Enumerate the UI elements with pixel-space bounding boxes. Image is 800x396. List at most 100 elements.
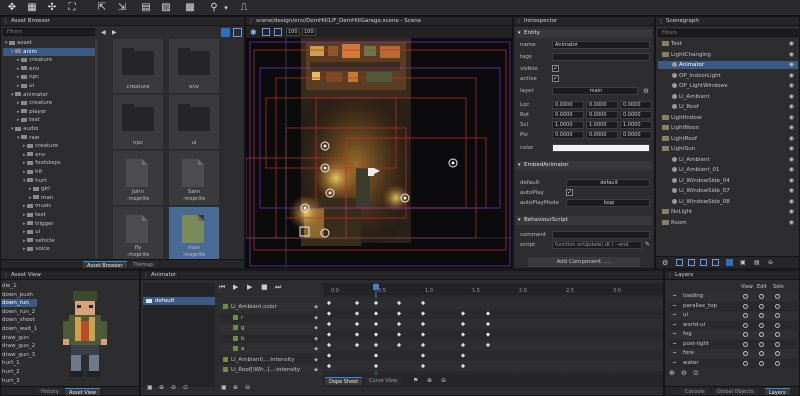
add-key-icon[interactable]: ⊕ <box>427 377 432 384</box>
visibility-eye-icon[interactable]: ◉ <box>789 166 794 174</box>
dope-sheet-timeline[interactable]: 0.0 0.5 1.0 1.5 2.0 2.5 3.0 <box>323 283 663 387</box>
forward-arrow-icon[interactable]: ▶ <box>112 29 117 36</box>
remove-key-icon[interactable]: ⊖ <box>441 377 446 384</box>
track-item[interactable]: g ◆ <box>219 324 321 332</box>
drag-handle-icon[interactable]: ━ <box>673 311 676 320</box>
layer-view-toggle[interactable] <box>743 351 748 356</box>
drag-handle-icon[interactable]: ━ <box>673 349 676 358</box>
add-component-button[interactable]: Add Component ..... <box>528 257 640 267</box>
panel-menu-icon[interactable]: ⋮ <box>3 17 9 26</box>
drag-handle-icon[interactable]: ━ <box>673 292 676 301</box>
layer-item[interactable]: ━ water <box>669 358 797 368</box>
visibility-eye-icon[interactable]: ◉ <box>789 198 794 206</box>
scenegraph-item[interactable]: OP_LightWindows ◉ <box>658 82 798 90</box>
name-field[interactable]: Animator <box>552 41 650 49</box>
key-dot-icon[interactable]: ◆ <box>314 366 318 374</box>
tree-scrollbar[interactable] <box>95 39 98 259</box>
scl-z-field[interactable]: 1.0000 <box>620 121 652 129</box>
tree-item[interactable]: ▸ footsteps <box>3 159 95 167</box>
filter-icon[interactable] <box>676 259 683 266</box>
piv-z-field[interactable]: 0.0000 <box>620 131 652 139</box>
drag-handle-icon[interactable]: ━ <box>673 302 676 311</box>
key-dot-icon[interactable]: ◆ <box>314 345 318 353</box>
tab-asset-view[interactable]: Asset View <box>65 388 101 395</box>
play-loop-icon[interactable]: ▶ <box>247 283 252 291</box>
scene-viewport[interactable] <box>246 38 513 269</box>
layer-edit-toggle[interactable] <box>759 360 764 366</box>
layer-solo-toggle[interactable] <box>775 303 780 309</box>
embed-animator-header[interactable]: ▾ EmbedAnimator <box>516 161 652 170</box>
scenegraph-filter-input[interactable]: Filters <box>658 29 798 37</box>
add-track-icon[interactable]: ⊕ <box>233 384 238 391</box>
layer-view-toggle[interactable] <box>743 341 748 347</box>
flag-icon[interactable]: ⚑ <box>413 377 418 384</box>
tags-field[interactable] <box>552 53 650 61</box>
visibility-eye-icon[interactable]: ◉ <box>789 187 794 195</box>
visibility-eye-icon[interactable]: ◉ <box>789 93 794 101</box>
view-list-icon[interactable] <box>233 28 242 37</box>
clip-item[interactable]: hurt_1 <box>1 359 37 367</box>
scenegraph-item[interactable]: LightIndoor ◉ <box>658 114 798 122</box>
tab-console[interactable]: Console <box>681 388 709 395</box>
layer-edit-toggle[interactable] <box>759 322 764 328</box>
drag-handle-icon[interactable]: ━ <box>673 330 676 339</box>
piv-y-field[interactable]: 0.0000 <box>586 131 618 139</box>
scenegraph-item[interactable]: LI_WindowSide_07 ◉ <box>658 187 798 195</box>
zoom-field-a[interactable]: 100 <box>286 28 300 36</box>
layer-view-toggle[interactable] <box>743 303 748 309</box>
active-checkbox[interactable]: ✓ <box>552 75 559 82</box>
scenegraph-item[interactable]: LI_Ambient ◉ <box>658 156 798 164</box>
visibility-eye-icon[interactable]: ◉ <box>789 82 794 90</box>
visibility-eye-icon[interactable]: ◉ <box>789 61 794 69</box>
clip-item[interactable]: down_run_2 <box>1 308 37 316</box>
export-icon[interactable]: ⇱ <box>96 2 108 14</box>
layer-solo-toggle[interactable] <box>775 360 780 366</box>
layer-solo-toggle[interactable] <box>775 351 780 356</box>
layer-edit-toggle[interactable] <box>759 341 764 347</box>
drag-handle-icon[interactable]: ━ <box>673 359 676 368</box>
rewind-icon[interactable]: ⏮ <box>219 283 225 292</box>
track-item[interactable]: LI_Ambient\...:intensity ◆ <box>219 355 321 364</box>
add-clip-icon[interactable]: ⊕ <box>159 384 164 391</box>
visibility-eye-icon[interactable]: ◉ <box>789 124 794 132</box>
rot-y-field[interactable]: 0.0000 <box>586 111 618 119</box>
tree-item[interactable]: ▸ trigger <box>3 220 95 228</box>
asset-tile[interactable]: env <box>169 39 219 93</box>
clip-item[interactable]: draw_gun_3 <box>1 351 37 359</box>
filter-icon-2[interactable] <box>688 259 695 266</box>
filter-icon-3[interactable] <box>700 259 707 266</box>
tree-item[interactable]: ▸ test <box>3 116 95 124</box>
transform-icon[interactable]: ✣ <box>46 2 58 14</box>
new-clip-icon[interactable]: ▣ <box>147 384 153 391</box>
tree-item[interactable]: ▾ anim <box>3 47 95 56</box>
drag-handle-icon[interactable]: ━ <box>673 321 676 330</box>
tab-curve-view[interactable]: Curve View <box>365 377 402 385</box>
gizmo-icon[interactable]: ✱ <box>250 28 257 37</box>
tree-item[interactable]: ▾ hurt <box>3 177 95 185</box>
layer-view-toggle[interactable] <box>743 313 748 318</box>
layer-edit-toggle[interactable] <box>759 332 764 337</box>
key-dot-icon[interactable]: ◆ <box>314 314 318 322</box>
playhead-handle[interactable] <box>373 284 379 290</box>
tab-global-objects[interactable]: Global Objects <box>713 388 758 395</box>
behaviour-script-header[interactable]: ▾ BehaviourScript <box>516 216 652 225</box>
asset-tile[interactable]: ui <box>169 95 219 149</box>
tree-item[interactable]: ▸ creature <box>3 142 95 150</box>
play-icon[interactable]: ▶ <box>233 283 238 291</box>
stop-icon[interactable]: ■ <box>261 283 268 291</box>
layer-edit-toggle[interactable] <box>759 351 764 356</box>
layer-solo-toggle[interactable] <box>775 294 780 299</box>
layer-solo-toggle[interactable] <box>775 332 780 337</box>
asset-tile[interactable]: fly .msprite <box>113 207 163 261</box>
layer-more-icon[interactable]: ⊖ <box>643 86 649 96</box>
scenegraph-item[interactable]: LightNoon ◉ <box>658 124 798 132</box>
loc-y-field[interactable]: 0.0000 <box>586 101 618 109</box>
snap-icon[interactable] <box>262 28 270 36</box>
scenegraph-item[interactable]: LI_Ambient_01 ◉ <box>658 166 798 174</box>
scenegraph-item[interactable]: LI_Ambient ◉ <box>658 93 798 101</box>
scenegraph-item[interactable]: Animator ◉ <box>658 61 798 69</box>
tree-item[interactable]: ▸ test <box>3 211 95 219</box>
tree-item[interactable]: ▸ npc <box>3 73 95 81</box>
track-item[interactable]: LI_Roof[\Wh..]...:intensity ◆ <box>219 366 321 374</box>
scenegraph-item[interactable]: OP_IndoorLight ◉ <box>658 72 798 80</box>
